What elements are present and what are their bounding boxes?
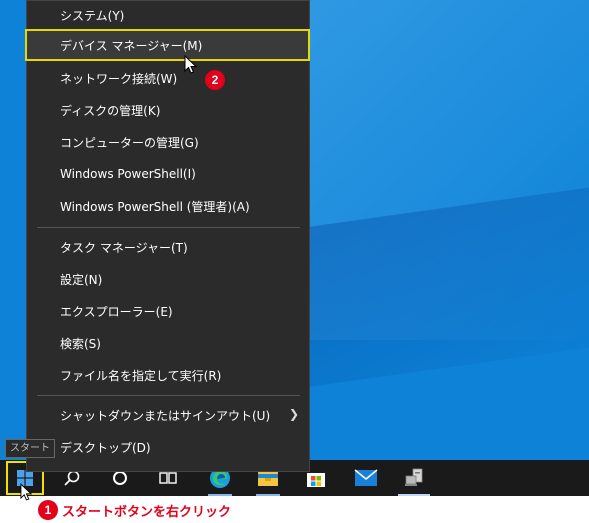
- menu-item-label: タスク マネージャー(T): [60, 240, 188, 255]
- menu-item-shutdown-signout[interactable]: シャットダウンまたはサインアウト(U) ❯: [27, 399, 309, 431]
- menu-item-label: Windows PowerShell (管理者)(A): [60, 199, 250, 214]
- step-number-badge: 2: [205, 70, 225, 90]
- step-1-caption: スタートボタンを右クリック: [62, 503, 232, 519]
- menu-separator: [37, 395, 300, 396]
- menu-item-label: 設定(N): [60, 272, 103, 287]
- search-icon: [64, 470, 80, 486]
- menu-item-computer-management[interactable]: コンピューターの管理(G): [27, 126, 309, 158]
- menu-item-label: コンピューターの管理(G): [60, 135, 199, 150]
- menu-item-label: Windows PowerShell(I): [60, 167, 196, 181]
- menu-item-run[interactable]: ファイル名を指定して実行(R): [27, 359, 309, 391]
- menu-item-powershell[interactable]: Windows PowerShell(I): [27, 158, 309, 190]
- menu-item-label: シャットダウンまたはサインアウト(U): [60, 408, 271, 423]
- step-number-badge: 1: [38, 500, 58, 520]
- step-2-annotation: 2: [205, 69, 225, 90]
- menu-item-label: デバイス マネージャー(M): [60, 38, 203, 53]
- menu-item-settings[interactable]: 設定(N): [27, 263, 309, 295]
- menu-separator: [37, 227, 300, 228]
- menu-item-search[interactable]: 検索(S): [27, 327, 309, 359]
- menu-item-label: デスクトップ(D): [60, 440, 151, 455]
- menu-item-label: システム(Y): [60, 8, 125, 23]
- device-manager-icon: [405, 468, 423, 486]
- menu-item-label: エクスプローラー(E): [60, 304, 173, 319]
- chevron-right-icon: ❯: [288, 407, 299, 421]
- menu-item-device-manager[interactable]: デバイス マネージャー(M): [25, 29, 310, 61]
- menu-item-label: ファイル名を指定して実行(R): [60, 368, 222, 383]
- step-1-annotation: 1 スタートボタンを右クリック: [38, 500, 231, 520]
- cortana-icon: [113, 471, 127, 485]
- taskbar-device-manager-button[interactable]: [394, 460, 434, 496]
- menu-item-label: ディスクの管理(K): [60, 103, 161, 118]
- running-indicator: [208, 494, 232, 496]
- taskbar-mail-button[interactable]: [346, 460, 386, 496]
- mouse-pointer-icon: [184, 55, 198, 74]
- menu-item-file-explorer[interactable]: エクスプローラー(E): [27, 295, 309, 327]
- menu-item-task-manager[interactable]: タスク マネージャー(T): [27, 231, 309, 263]
- menu-item-label: ネットワーク接続(W): [60, 71, 178, 86]
- menu-item-desktop[interactable]: デスクトップ(D): [27, 431, 309, 463]
- menu-item-network-connections[interactable]: ネットワーク接続(W): [27, 62, 309, 94]
- menu-item-label: 検索(S): [60, 336, 101, 351]
- mail-icon: [354, 469, 378, 486]
- menu-item-system[interactable]: システム(Y): [27, 0, 309, 31]
- winx-context-menu: システム(Y) デバイス マネージャー(M) ネットワーク接続(W) ディスクの…: [25, 0, 310, 472]
- mouse-pointer-icon: [20, 483, 33, 501]
- menu-item-disk-management[interactable]: ディスクの管理(K): [27, 94, 309, 126]
- running-indicator: [398, 494, 430, 496]
- task-view-icon: [159, 472, 177, 484]
- start-tooltip: スタート: [5, 439, 55, 458]
- menu-item-powershell-admin[interactable]: Windows PowerShell (管理者)(A): [27, 190, 309, 222]
- running-indicator: [256, 494, 280, 496]
